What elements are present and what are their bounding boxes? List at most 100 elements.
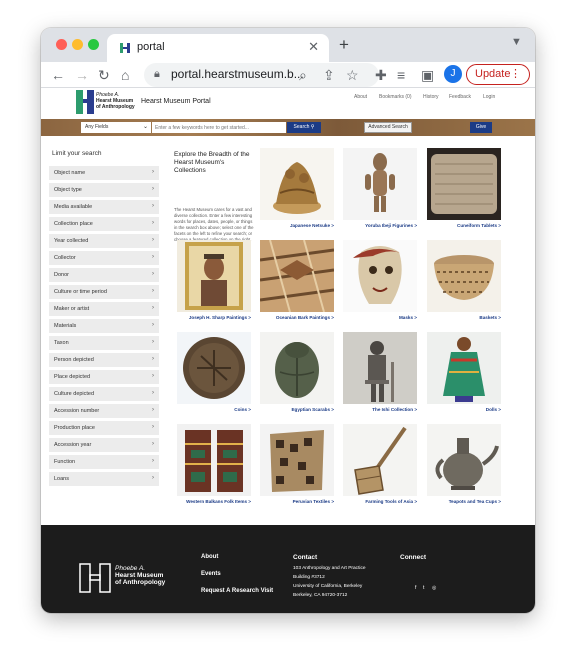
- collection-image-netsuke[interactable]: [260, 148, 334, 220]
- update-button[interactable]: Update ⋮: [466, 64, 530, 85]
- reload-icon[interactable]: ↻: [98, 65, 110, 85]
- peruvian-textile-image: [270, 430, 324, 492]
- facet-function[interactable]: Function ›: [49, 455, 159, 469]
- side-panel-icon[interactable]: ▣: [421, 65, 434, 85]
- collection-image-baskets[interactable]: [427, 240, 501, 312]
- nav-login[interactable]: Login: [483, 94, 495, 100]
- field-select[interactable]: Any Fields ⌄: [81, 122, 151, 133]
- facet-place-depicted[interactable]: Place depicted ›: [49, 370, 159, 384]
- browser-toolbar: ← → ↻ ⌂ 🔒︎ portal.hearstmuseum.b... ⌕ ⇪ …: [41, 62, 535, 88]
- share-icon[interactable]: ⇪: [323, 65, 335, 85]
- facet-collector[interactable]: Collector ›: [49, 251, 159, 265]
- collection-link-peruvian[interactable]: Peruvian Textiles >: [260, 499, 334, 504]
- chevron-right-icon: ›: [152, 339, 154, 345]
- doll-image: [443, 337, 485, 402]
- collection-link-scarabs[interactable]: Egyptian Scarabs >: [260, 407, 334, 412]
- facet-media-available[interactable]: Media available ›: [49, 200, 159, 214]
- facet-label: Object name: [54, 170, 86, 176]
- collection-link-balkans[interactable]: Western Balkans Folk Items >: [177, 499, 251, 504]
- extensions-puzzle-icon[interactable]: ✚: [375, 65, 387, 85]
- nav-feedback[interactable]: Feedback: [449, 94, 471, 100]
- facet-object-type[interactable]: Object type ›: [49, 183, 159, 197]
- nav-bookmarks[interactable]: Bookmarks (0): [379, 94, 412, 100]
- facet-accession-year[interactable]: Accession year ›: [49, 438, 159, 452]
- collection-image-teapots[interactable]: [427, 424, 501, 496]
- nav-history[interactable]: History: [423, 94, 439, 100]
- home-icon[interactable]: ⌂: [121, 65, 129, 85]
- forward-arrow-icon[interactable]: →: [75, 65, 89, 85]
- facet-label: Collector: [54, 255, 76, 261]
- facet-accession-number[interactable]: Accession number ›: [49, 404, 159, 418]
- collection-image-masks[interactable]: [343, 240, 417, 312]
- collection-link-dolls[interactable]: Dolls >: [427, 407, 501, 412]
- tab-close-icon[interactable]: ✕: [308, 39, 319, 55]
- keyword-search-input[interactable]: [152, 122, 286, 133]
- browser-tab[interactable]: portal ✕: [107, 34, 329, 62]
- facet-taxon[interactable]: Taxon ›: [49, 336, 159, 350]
- collection-image-dolls[interactable]: [427, 332, 501, 404]
- back-arrow-icon[interactable]: ←: [51, 65, 65, 85]
- facet-collection-place[interactable]: Collection place ›: [49, 217, 159, 231]
- maximize-window-button[interactable]: [88, 39, 99, 50]
- collection-image-farming[interactable]: [343, 424, 417, 496]
- collection-image-sharp[interactable]: [177, 240, 251, 312]
- collection-link-masks[interactable]: Masks >: [343, 315, 417, 320]
- new-tab-button[interactable]: +: [339, 35, 349, 55]
- facet-production-place[interactable]: Production place ›: [49, 421, 159, 435]
- profile-avatar[interactable]: J: [444, 65, 462, 83]
- facet-culture-period[interactable]: Culture or time period ›: [49, 285, 159, 299]
- collection-link-coins[interactable]: Coins >: [177, 407, 251, 412]
- site-footer: Phoebe A. Hearst Museum of Anthropology …: [41, 525, 535, 613]
- chevron-right-icon: ›: [152, 356, 154, 362]
- collection-link-teapots[interactable]: Teapots and Tea Cups >: [427, 499, 501, 504]
- media-playlist-icon[interactable]: ≡: [397, 65, 405, 85]
- collection-link-farming[interactable]: Farming Tools of Asia >: [343, 499, 417, 504]
- collection-image-peruvian[interactable]: [260, 424, 334, 496]
- facet-culture-depicted[interactable]: Culture depicted ›: [49, 387, 159, 401]
- footer-link-about[interactable]: About: [201, 554, 218, 560]
- facet-loans[interactable]: Loans ›: [49, 472, 159, 486]
- twitter-icon[interactable]: t: [423, 585, 424, 591]
- collection-image-coins[interactable]: [177, 332, 251, 404]
- collection-image-cuneiform[interactable]: [427, 148, 501, 220]
- collection-link-bark[interactable]: Oceanian Bark Paintings >: [260, 315, 334, 320]
- collection-image-ishi[interactable]: [343, 332, 417, 404]
- tab-search-chevron-icon[interactable]: ▼: [511, 36, 522, 48]
- facet-maker-artist[interactable]: Maker or artist ›: [49, 302, 159, 316]
- bookmark-star-icon[interactable]: ☆: [346, 65, 359, 85]
- collection-image-scarabs[interactable]: [260, 332, 334, 404]
- collection-link-netsuke[interactable]: Japanese Netsuke >: [260, 223, 334, 228]
- facet-label: Loans: [54, 476, 69, 482]
- collection-image-balkans[interactable]: [177, 424, 251, 496]
- footer-link-research-visit[interactable]: Request A Research Visit: [201, 588, 273, 594]
- collection-image-bark[interactable]: [260, 240, 334, 312]
- facet-person-depicted[interactable]: Person depicted ›: [49, 353, 159, 367]
- footer-address-line: 103 Anthropology and Art Practice: [293, 566, 366, 571]
- advanced-search-button[interactable]: Advanced Search: [364, 122, 412, 133]
- collection-link-baskets[interactable]: Baskets >: [427, 315, 501, 320]
- facet-materials[interactable]: Materials ›: [49, 319, 159, 333]
- zoom-icon[interactable]: ⌕: [299, 65, 307, 85]
- facet-donor[interactable]: Donor ›: [49, 268, 159, 282]
- collection-link-ishi[interactable]: The Ishi Collection >: [343, 407, 417, 412]
- nav-about[interactable]: About: [354, 94, 367, 100]
- search-button[interactable]: Search ⚲: [287, 122, 321, 133]
- footer-link-events[interactable]: Events: [201, 571, 221, 577]
- give-button[interactable]: Give: [470, 122, 492, 133]
- footer-hearst-logo-icon[interactable]: [79, 563, 111, 593]
- close-window-button[interactable]: [56, 39, 67, 50]
- chevron-right-icon: ›: [152, 390, 154, 396]
- hearst-logo-icon[interactable]: [76, 90, 94, 114]
- collection-image-ibeji[interactable]: [343, 148, 417, 220]
- chevron-right-icon: ›: [152, 237, 154, 243]
- instagram-icon[interactable]: ◎: [432, 585, 436, 591]
- facebook-icon[interactable]: f: [415, 585, 416, 591]
- address-bar[interactable]: 🔒︎ portal.hearstmuseum.b...: [144, 63, 379, 87]
- minimize-window-button[interactable]: [72, 39, 83, 50]
- collection-link-cuneiform[interactable]: Cuneiform Tablets >: [427, 223, 501, 228]
- logo-wordmark: Phoebe A. Hearst Museum of Anthropology: [96, 92, 135, 110]
- facet-object-name[interactable]: Object name ›: [49, 166, 159, 180]
- collection-link-sharp[interactable]: Joseph H. Sharp Paintings >: [177, 315, 251, 320]
- collection-link-ibeji[interactable]: Yoruba Ibeji Figurines >: [343, 223, 417, 228]
- facet-year-collected[interactable]: Year collected ›: [49, 234, 159, 248]
